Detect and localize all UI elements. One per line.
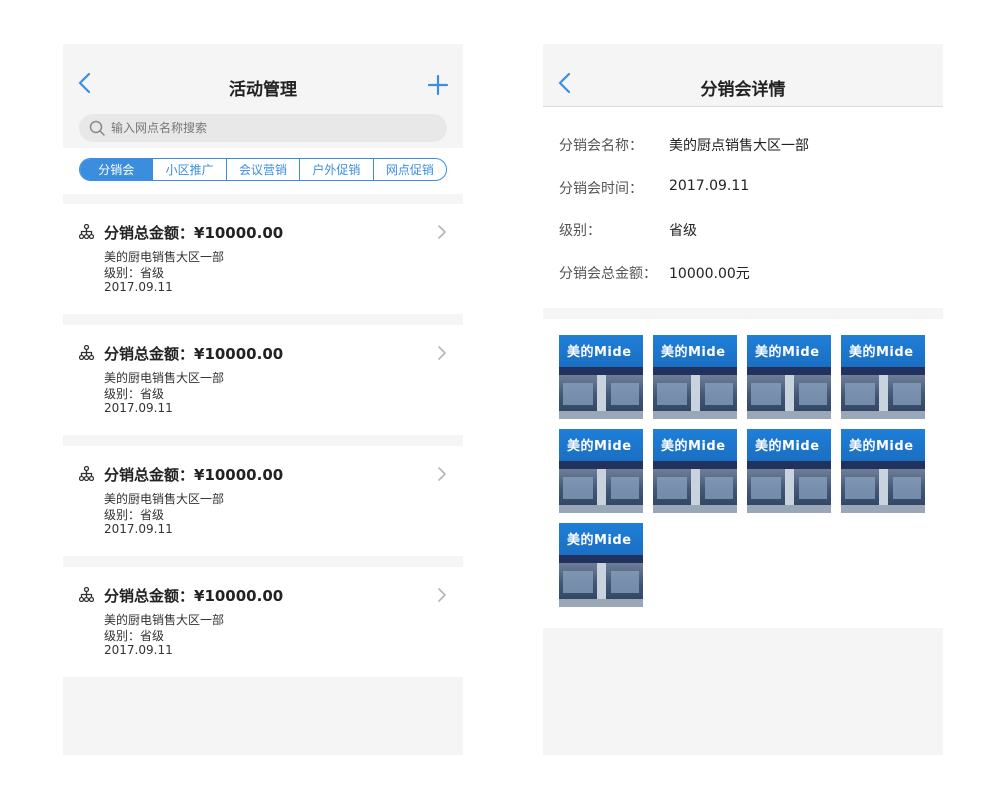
org-chart-icon bbox=[79, 466, 94, 481]
page-title: 分销会详情 bbox=[700, 80, 786, 100]
photo-brand-sign: 美的Mide bbox=[849, 345, 914, 360]
org-chart-icon bbox=[79, 224, 94, 239]
page-title: 活动管理 bbox=[229, 80, 297, 100]
tab-outdoor-promotion[interactable]: 户外促销 bbox=[299, 159, 372, 180]
store-photo[interactable]: 美的Mide bbox=[841, 429, 925, 513]
photo-brand-sign: 美的Mide bbox=[567, 439, 632, 454]
tab-conference-marketing[interactable]: 会议营销 bbox=[225, 159, 299, 180]
photo-gallery: 美的Mide 美的Mide 美的Mide 美的Mide 美的Mide 美的Mide 美的Mi… bbox=[543, 319, 943, 628]
list-item[interactable]: 分销总金额：¥10000.00 美的厨电销售大区一部 级别：省级 2017.09… bbox=[63, 446, 463, 556]
search-bar[interactable] bbox=[79, 114, 447, 142]
activity-management-screen: 活动管理 分销会 小区推广 会议营销 户外促销 网点促销 bbox=[63, 44, 463, 755]
total-amount: 分销总金额：¥10000.00 bbox=[104, 466, 284, 484]
store-photo[interactable]: 美的Mide bbox=[747, 429, 831, 513]
level-text: 级别：省级 bbox=[104, 387, 165, 401]
field-level: 级别： 省级 bbox=[559, 220, 929, 240]
photo-brand-sign: 美的Mide bbox=[661, 345, 726, 360]
level-text: 级别：省级 bbox=[104, 629, 165, 643]
photo-brand-sign: 美的Mide bbox=[661, 439, 726, 454]
field-label: 级别： bbox=[559, 223, 601, 239]
nav-bar: 分销会详情 bbox=[543, 44, 943, 107]
photo-brand-sign: 美的Mide bbox=[849, 439, 914, 454]
chevron-right-icon bbox=[438, 588, 446, 602]
date-text: 2017.09.11 bbox=[104, 280, 173, 294]
list-item[interactable]: 分销总金额：¥10000.00 美的厨电销售大区一部 级别：省级 2017.09… bbox=[63, 567, 463, 677]
org-chart-icon bbox=[79, 345, 94, 360]
field-total-amount: 分销会总金额： 10000.00元 bbox=[559, 263, 929, 283]
search-input[interactable] bbox=[111, 114, 431, 142]
search-icon bbox=[89, 120, 105, 136]
tab-outlet-promotion[interactable]: 网点促销 bbox=[372, 159, 446, 180]
photo-brand-sign: 美的Mide bbox=[567, 533, 632, 548]
chevron-right-icon bbox=[438, 225, 446, 239]
field-label: 分销会总金额： bbox=[559, 266, 657, 282]
distribution-meeting-detail-screen: 分销会详情 分销会名称： 美的厨点销售大区一部 分销会时间： 2017.09.1… bbox=[543, 44, 943, 755]
field-label: 分销会时间： bbox=[559, 181, 643, 197]
org-chart-icon bbox=[79, 587, 94, 602]
field-value: 省级 bbox=[669, 223, 697, 239]
plus-icon[interactable] bbox=[427, 74, 449, 96]
list-item[interactable]: 分销总金额：¥10000.00 美的厨电销售大区一部 级别：省级 2017.09… bbox=[63, 204, 463, 314]
field-meeting-time: 分销会时间： 2017.09.11 bbox=[559, 178, 929, 198]
level-text: 级别：省级 bbox=[104, 266, 165, 280]
photo-brand-sign: 美的Mide bbox=[567, 345, 632, 360]
total-amount: 分销总金额：¥10000.00 bbox=[104, 345, 284, 363]
chevron-right-icon bbox=[438, 467, 446, 481]
branch-name: 美的厨电销售大区一部 bbox=[104, 250, 225, 264]
store-photo[interactable]: 美的Mide bbox=[841, 335, 925, 419]
branch-name: 美的厨电销售大区一部 bbox=[104, 371, 225, 385]
level-text: 级别：省级 bbox=[104, 508, 165, 522]
field-meeting-name: 分销会名称： 美的厨点销售大区一部 bbox=[559, 135, 929, 155]
field-value: 2017.09.11 bbox=[669, 178, 750, 194]
date-text: 2017.09.11 bbox=[104, 401, 173, 415]
nav-bar: 活动管理 bbox=[63, 44, 463, 106]
tab-distribution-meeting[interactable]: 分销会 bbox=[80, 159, 153, 180]
branch-name: 美的厨电销售大区一部 bbox=[104, 492, 225, 506]
store-photo[interactable]: 美的Mide bbox=[747, 335, 831, 419]
store-photo[interactable]: 美的Mide bbox=[559, 429, 643, 513]
photo-brand-sign: 美的Mide bbox=[755, 439, 820, 454]
activity-list: 分销总金额：¥10000.00 美的厨电销售大区一部 级别：省级 2017.09… bbox=[63, 204, 463, 688]
store-photo[interactable]: 美的Mide bbox=[653, 429, 737, 513]
total-amount: 分销总金额：¥10000.00 bbox=[104, 224, 284, 242]
segmented-tabs: 分销会 小区推广 会议营销 户外促销 网点促销 bbox=[79, 158, 447, 181]
date-text: 2017.09.11 bbox=[104, 522, 173, 536]
store-photo[interactable]: 美的Mide bbox=[559, 523, 643, 607]
photo-brand-sign: 美的Mide bbox=[755, 345, 820, 360]
chevron-right-icon bbox=[438, 346, 446, 360]
field-value: 10000.00元 bbox=[669, 266, 750, 282]
branch-name: 美的厨电销售大区一部 bbox=[104, 613, 225, 627]
detail-panel: 分销会名称： 美的厨点销售大区一部 分销会时间： 2017.09.11 级别： … bbox=[543, 107, 943, 308]
tab-bar-container: 分销会 小区推广 会议营销 户外促销 网点促销 bbox=[63, 148, 463, 194]
tab-community-promotion[interactable]: 小区推广 bbox=[152, 159, 225, 180]
field-label: 分销会名称： bbox=[559, 138, 643, 154]
store-photo[interactable]: 美的Mide bbox=[559, 335, 643, 419]
field-value: 美的厨点销售大区一部 bbox=[669, 138, 809, 154]
list-item[interactable]: 分销总金额：¥10000.00 美的厨电销售大区一部 级别：省级 2017.09… bbox=[63, 325, 463, 435]
date-text: 2017.09.11 bbox=[104, 643, 173, 657]
total-amount: 分销总金额：¥10000.00 bbox=[104, 587, 284, 605]
store-photo[interactable]: 美的Mide bbox=[653, 335, 737, 419]
